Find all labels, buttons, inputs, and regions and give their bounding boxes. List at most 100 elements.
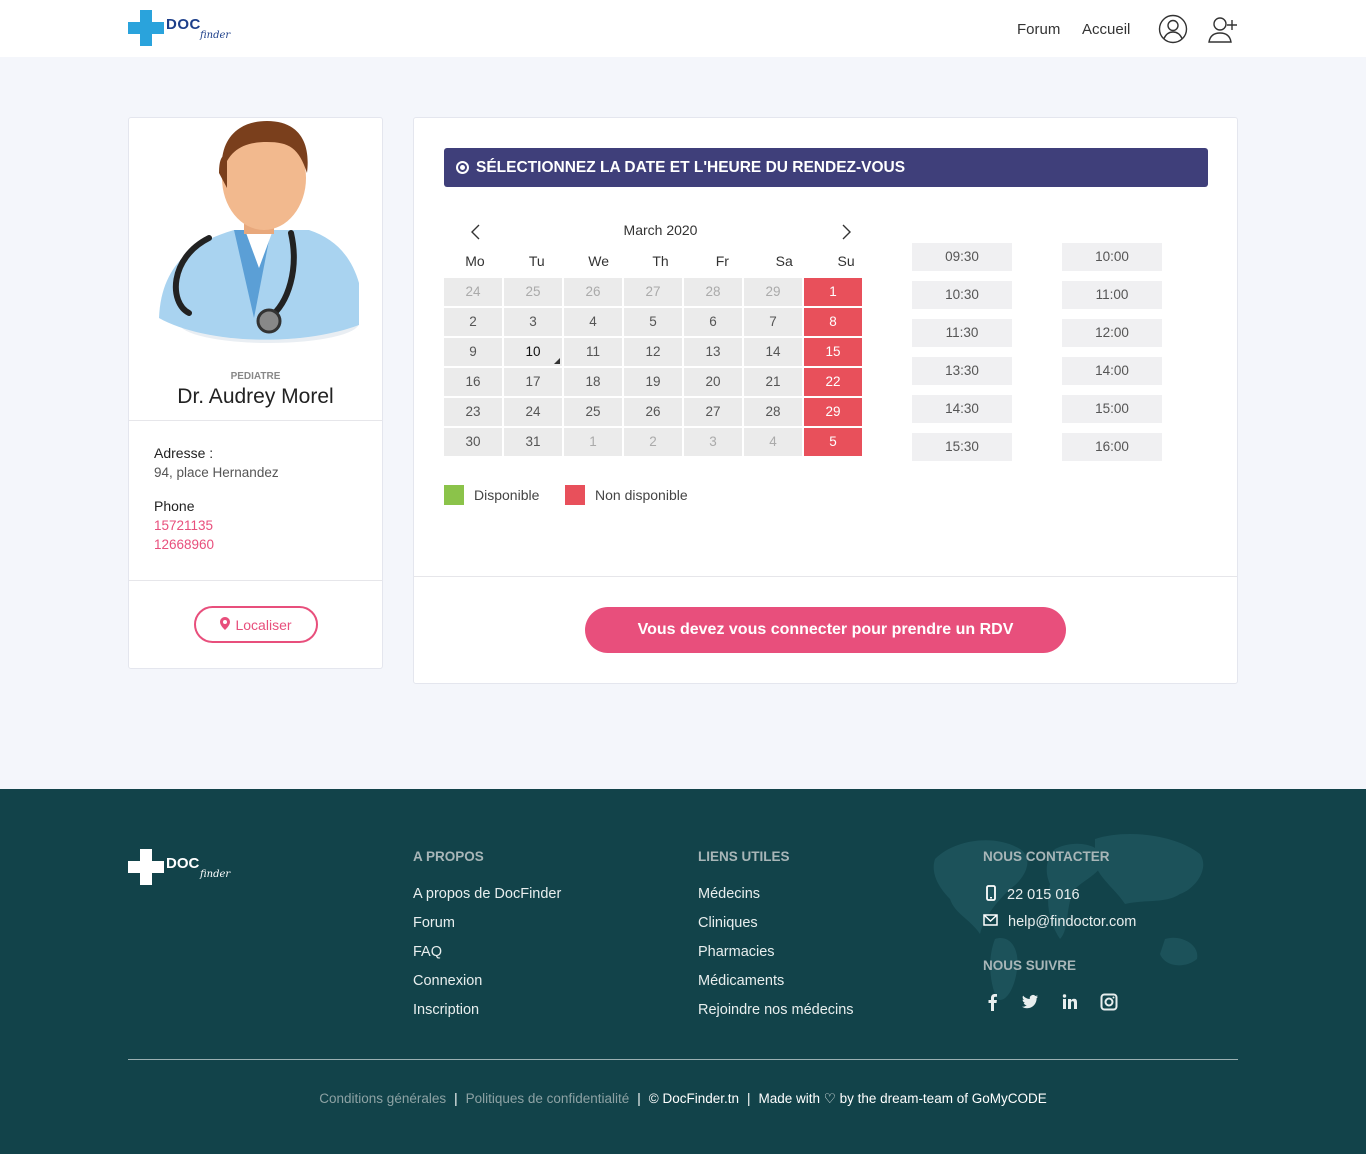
calendar-day[interactable]: 18: [564, 368, 622, 396]
calendar-day[interactable]: 4: [744, 428, 802, 456]
footer-link-inscription[interactable]: Inscription: [413, 1002, 479, 1018]
calendar-day[interactable]: 5: [624, 308, 682, 336]
footer-link-medecins[interactable]: Médecins: [698, 886, 760, 902]
calendar-day[interactable]: 13: [684, 338, 742, 366]
calendar-day[interactable]: 14: [744, 338, 802, 366]
calendar-day[interactable]: 8: [804, 308, 862, 336]
doctor-card: PEDIATRE Dr. Audrey Morel Adresse : 94, …: [128, 117, 383, 669]
calendar-day[interactable]: 1: [804, 278, 862, 306]
instagram-icon[interactable]: [1100, 993, 1118, 1011]
calendar-day[interactable]: 4: [564, 308, 622, 336]
calendar-day[interactable]: 27: [624, 278, 682, 306]
privacy-link[interactable]: Politiques de confidentialité: [466, 1091, 630, 1106]
time-slot[interactable]: 16:00: [1062, 433, 1162, 461]
contact-email[interactable]: help@findoctor.com: [983, 914, 1136, 930]
time-slot[interactable]: 15:30: [912, 433, 1012, 461]
add-user-icon[interactable]: [1208, 14, 1238, 44]
legend-unavailable-label: Non disponible: [595, 487, 688, 503]
made-with-text: Made with ♡ by the dream-team of GoMyCOD…: [758, 1091, 1047, 1106]
calendar-day[interactable]: 19: [624, 368, 682, 396]
footer-link-rejoindre[interactable]: Rejoindre nos médecins: [698, 1002, 854, 1018]
calendar-day[interactable]: 26: [624, 398, 682, 426]
footer-link-forum[interactable]: Forum: [413, 915, 455, 931]
calendar-day[interactable]: 3: [504, 308, 562, 336]
calendar-day[interactable]: 12: [624, 338, 682, 366]
calendar-day[interactable]: 6: [684, 308, 742, 336]
footer-bottom-bar: Conditions générales | Politiques de confi…: [319, 1091, 1047, 1106]
phone-number-1[interactable]: 15721135: [154, 518, 213, 533]
footer: DOC finder A PROPOS A propos de DocFinde…: [0, 789, 1366, 1154]
calendar-day[interactable]: 20: [684, 368, 742, 396]
calendar-day[interactable]: 29: [804, 398, 862, 426]
calendar-day[interactable]: 21: [744, 368, 802, 396]
terms-link[interactable]: Conditions générales: [319, 1091, 446, 1106]
calendar-day[interactable]: 29: [744, 278, 802, 306]
calendar-day[interactable]: 22: [804, 368, 862, 396]
time-slot[interactable]: 11:30: [912, 319, 1012, 347]
calendar-day[interactable]: 5: [804, 428, 862, 456]
calendar-day[interactable]: 31: [504, 428, 562, 456]
calendar-week-row: 9 10 11 12 13 14 15: [444, 338, 877, 368]
phone-label: Phone: [154, 498, 195, 514]
doctor-specialty: PEDIATRE: [230, 371, 281, 382]
calendar-day[interactable]: 3: [684, 428, 742, 456]
phone-number-2[interactable]: 12668960: [154, 537, 214, 552]
time-slot[interactable]: 12:00: [1062, 319, 1162, 347]
localiser-label: Localiser: [235, 616, 292, 633]
calendar-day[interactable]: 16: [444, 368, 502, 396]
calendar-day[interactable]: 25: [564, 398, 622, 426]
footer-link-connexion[interactable]: Connexion: [413, 973, 482, 989]
calendar-day[interactable]: 17: [504, 368, 562, 396]
localiser-button[interactable]: Localiser: [194, 606, 318, 643]
time-slot[interactable]: 14:00: [1062, 357, 1162, 385]
footer-link-pharmacies[interactable]: Pharmacies: [698, 944, 775, 960]
calendar-day[interactable]: 9: [444, 338, 502, 366]
facebook-icon[interactable]: [984, 993, 1002, 1011]
docfinder-logo[interactable]: DOC finder: [128, 10, 230, 48]
calendar-day[interactable]: 23: [444, 398, 502, 426]
nav-accueil-link[interactable]: Accueil: [1082, 21, 1130, 38]
calendar-day[interactable]: 24: [444, 278, 502, 306]
calendar-month: March 2020: [623, 222, 698, 238]
footer-link-about[interactable]: A propos de DocFinder: [413, 886, 561, 902]
nav-forum-link[interactable]: Forum: [1017, 21, 1060, 38]
footer-logo[interactable]: DOC finder: [128, 849, 230, 887]
calendar-day[interactable]: 28: [684, 278, 742, 306]
weekday-label: We: [588, 253, 610, 269]
calendar-day[interactable]: 7: [744, 308, 802, 336]
doctor-avatar: [159, 121, 359, 343]
calendar-day[interactable]: 28: [744, 398, 802, 426]
login-to-book-button[interactable]: Vous devez vous connecter pour prendre u…: [585, 607, 1066, 653]
footer-link-faq[interactable]: FAQ: [413, 944, 442, 960]
booking-panel: SÉLECTIONNEZ LA DATE ET L'HEURE DU RENDE…: [413, 117, 1238, 684]
linkedin-icon[interactable]: [1061, 993, 1079, 1011]
calendar-day[interactable]: 11: [564, 338, 622, 366]
footer-link-medicaments[interactable]: Médicaments: [698, 973, 784, 989]
calendar-day[interactable]: 27: [684, 398, 742, 426]
calendar-next-icon[interactable]: [836, 222, 856, 242]
calendar-day[interactable]: 2: [624, 428, 682, 456]
time-slot[interactable]: 11:00: [1062, 281, 1162, 309]
calendar-day[interactable]: 24: [504, 398, 562, 426]
calendar-day[interactable]: 26: [564, 278, 622, 306]
logo-doc-text: DOC: [166, 855, 200, 872]
calendar-day[interactable]: 10: [504, 338, 562, 366]
calendar-day[interactable]: 1: [564, 428, 622, 456]
calendar-day[interactable]: 2: [444, 308, 502, 336]
copyright-text: © DocFinder.tn: [648, 1091, 739, 1106]
contact-phone[interactable]: 22 015 016: [985, 885, 1080, 905]
calendar-day[interactable]: 15: [804, 338, 862, 366]
time-slot[interactable]: 13:30: [912, 357, 1012, 385]
twitter-icon[interactable]: [1021, 993, 1039, 1011]
weekday-label: Su: [837, 253, 855, 269]
time-slot[interactable]: 10:00: [1062, 243, 1162, 271]
calendar-day[interactable]: 25: [504, 278, 562, 306]
user-icon[interactable]: [1158, 14, 1188, 44]
footer-link-cliniques[interactable]: Cliniques: [698, 915, 758, 931]
calendar-day[interactable]: 30: [444, 428, 502, 456]
time-slot[interactable]: 09:30: [912, 243, 1012, 271]
time-slot[interactable]: 15:00: [1062, 395, 1162, 423]
time-slot[interactable]: 10:30: [912, 281, 1012, 309]
time-slot[interactable]: 14:30: [912, 395, 1012, 423]
unavailable-swatch: [565, 485, 585, 505]
